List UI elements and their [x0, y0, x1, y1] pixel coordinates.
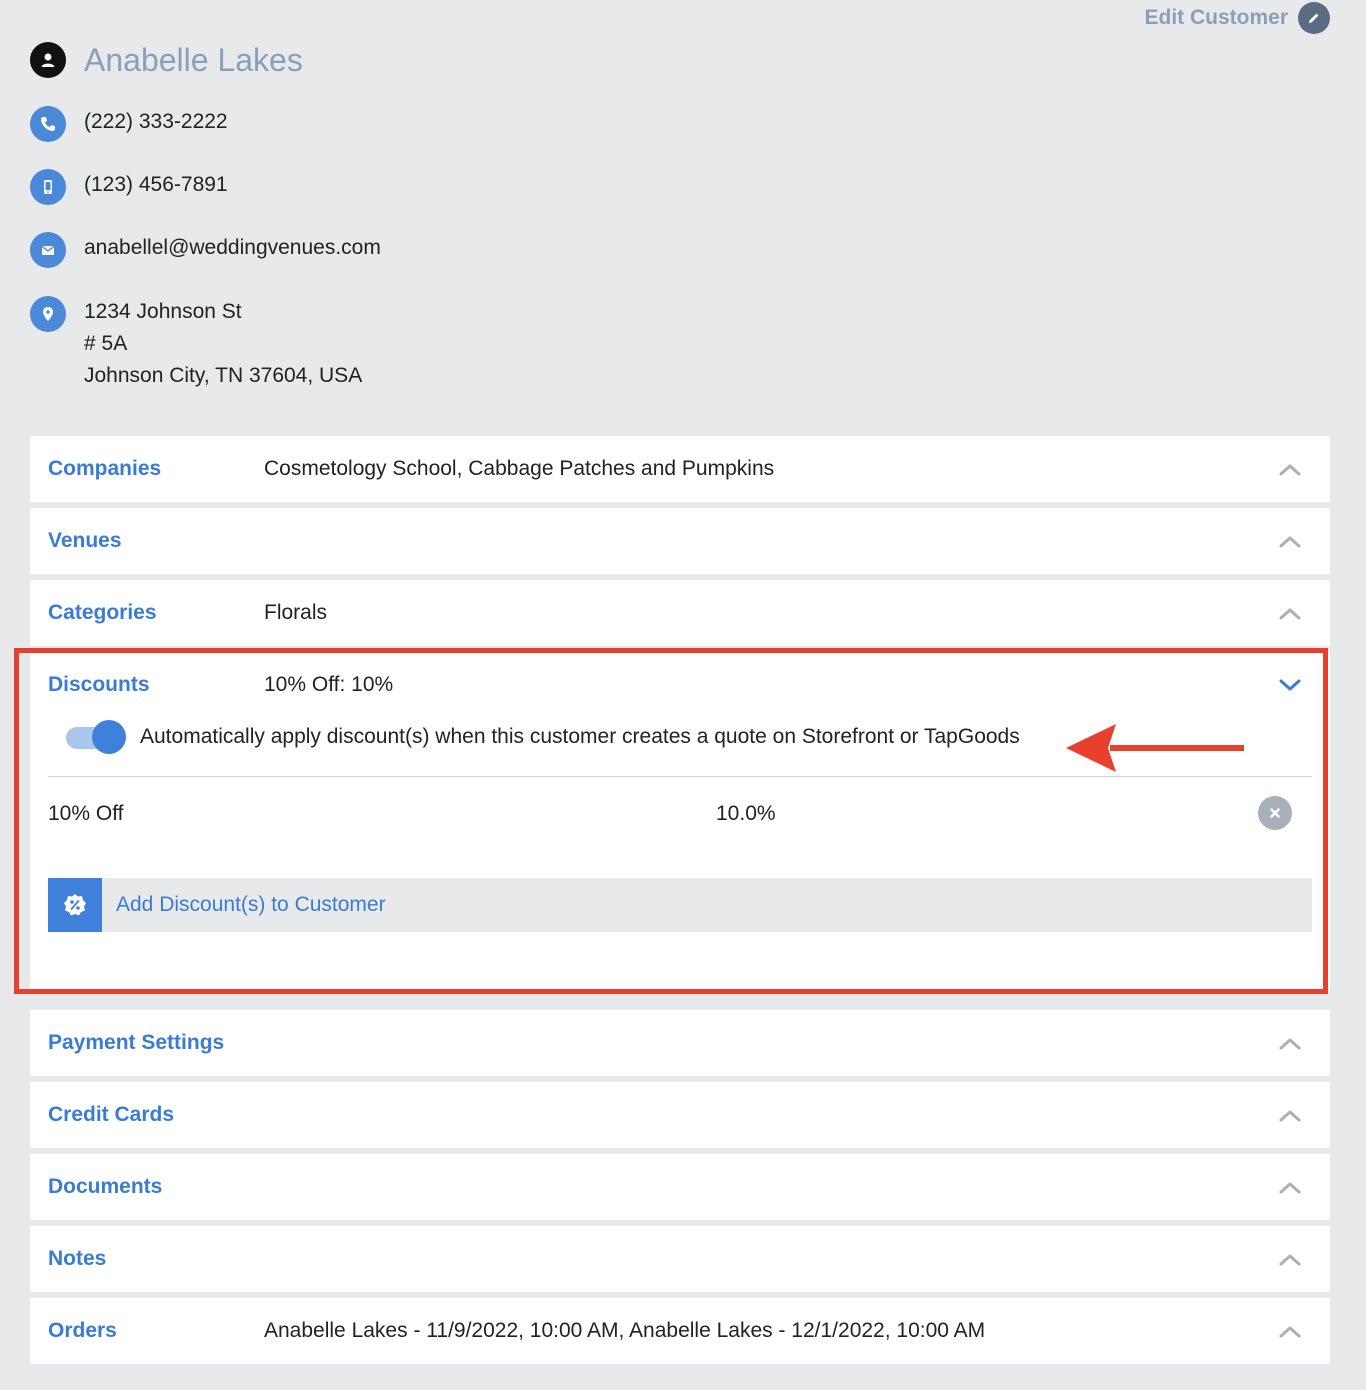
- orders-header[interactable]: Orders Anabelle Lakes - 11/9/2022, 10:00…: [30, 1298, 1330, 1364]
- chevron-up-icon[interactable]: [1278, 1035, 1302, 1051]
- section-title: Categories: [48, 601, 157, 624]
- section-summary: Florals: [264, 601, 328, 624]
- chevron-down-icon[interactable]: [1278, 677, 1302, 693]
- section-summary: Cosmetology School, Cabbage Patches and …: [264, 457, 775, 480]
- orders-section: Orders Anabelle Lakes - 11/9/2022, 10:00…: [30, 1298, 1330, 1364]
- companies-header[interactable]: Companies Cosmetology School, Cabbage Pa…: [30, 436, 1330, 502]
- companies-section: Companies Cosmetology School, Cabbage Pa…: [30, 436, 1330, 502]
- address-line-1: 1234 Johnson St: [84, 300, 242, 323]
- pencil-icon: [1298, 2, 1330, 34]
- auto-apply-toggle[interactable]: [64, 720, 126, 754]
- chevron-up-icon[interactable]: [1278, 1323, 1302, 1339]
- address-line-2: # 5A: [84, 332, 128, 355]
- chevron-up-icon[interactable]: [1278, 1251, 1302, 1267]
- email-address[interactable]: anabellel@weddingvenues.com: [84, 232, 381, 264]
- discount-badge-icon: [48, 878, 102, 932]
- categories-section: Categories Florals: [30, 580, 1330, 646]
- address-row: 1234 Johnson St # 5A Johnson City, TN 37…: [30, 296, 362, 392]
- remove-discount-button[interactable]: [1258, 796, 1292, 830]
- chevron-up-icon[interactable]: [1278, 1107, 1302, 1123]
- phone-number: (222) 333-2222: [84, 110, 228, 133]
- section-title: Credit Cards: [48, 1103, 175, 1126]
- section-title: Venues: [48, 529, 122, 552]
- edit-customer-button[interactable]: Edit Customer: [1144, 2, 1330, 34]
- toggle-knob: [92, 720, 126, 754]
- section-title: Documents: [48, 1175, 163, 1198]
- section-title: Companies: [48, 457, 162, 480]
- envelope-icon: [30, 232, 66, 268]
- auto-apply-row: Automatically apply discount(s) when thi…: [64, 720, 1020, 754]
- customer-name-row: Anabelle Lakes: [30, 42, 303, 78]
- section-title: Orders: [48, 1319, 117, 1342]
- address: 1234 Johnson St # 5A Johnson City, TN 37…: [84, 296, 362, 392]
- credit-cards-section: Credit Cards: [30, 1082, 1330, 1148]
- notes-header[interactable]: Notes: [30, 1226, 1330, 1292]
- auto-apply-label: Automatically apply discount(s) when thi…: [140, 725, 1020, 748]
- chevron-up-icon[interactable]: [1278, 1179, 1302, 1195]
- divider: [48, 776, 1312, 777]
- venues-section: Venues: [30, 508, 1330, 574]
- chevron-up-icon[interactable]: [1278, 605, 1302, 621]
- payment-settings-header[interactable]: Payment Settings: [30, 1010, 1330, 1076]
- mobile-row: (123) 456-7891: [30, 169, 228, 205]
- phone-row: (222) 333-2222: [30, 106, 228, 142]
- discounts-section: Discounts 10% Off: 10% Automatically app…: [30, 652, 1330, 990]
- user-icon: [30, 42, 66, 78]
- credit-cards-header[interactable]: Credit Cards: [30, 1082, 1330, 1148]
- discount-name: 10% Off: [48, 802, 124, 825]
- section-summary: Anabelle Lakes - 11/9/2022, 10:00 AM, An…: [264, 1319, 986, 1342]
- discount-value: 10.0%: [716, 802, 776, 825]
- notes-section: Notes: [30, 1226, 1330, 1292]
- add-discount-label: Add Discount(s) to Customer: [116, 893, 386, 916]
- red-arrow-annotation: [1066, 724, 1244, 772]
- payment-settings-section: Payment Settings: [30, 1010, 1330, 1076]
- section-summary: 10% Off: 10%: [264, 673, 394, 696]
- location-pin-icon: [30, 296, 66, 332]
- documents-header[interactable]: Documents: [30, 1154, 1330, 1220]
- phone-icon: [30, 106, 66, 142]
- section-title: Notes: [48, 1247, 107, 1270]
- edit-customer-label: Edit Customer: [1144, 6, 1288, 29]
- chevron-up-icon[interactable]: [1278, 533, 1302, 549]
- close-icon: [1270, 808, 1280, 818]
- mobile-phone-icon: [30, 169, 66, 205]
- section-title: Payment Settings: [48, 1031, 225, 1054]
- venues-header[interactable]: Venues: [30, 508, 1330, 574]
- section-title: Discounts: [48, 673, 150, 696]
- add-discount-button[interactable]: Add Discount(s) to Customer: [48, 878, 1312, 932]
- chevron-up-icon[interactable]: [1278, 461, 1302, 477]
- documents-section: Documents: [30, 1154, 1330, 1220]
- customer-name: Anabelle Lakes: [84, 42, 303, 78]
- categories-header[interactable]: Categories Florals: [30, 580, 1330, 646]
- mobile-number: (123) 456-7891: [84, 173, 228, 196]
- discounts-header[interactable]: Discounts 10% Off: 10%: [30, 652, 1330, 718]
- address-line-3: Johnson City, TN 37604, USA: [84, 364, 363, 387]
- email-row: anabellel@weddingvenues.com: [30, 232, 381, 268]
